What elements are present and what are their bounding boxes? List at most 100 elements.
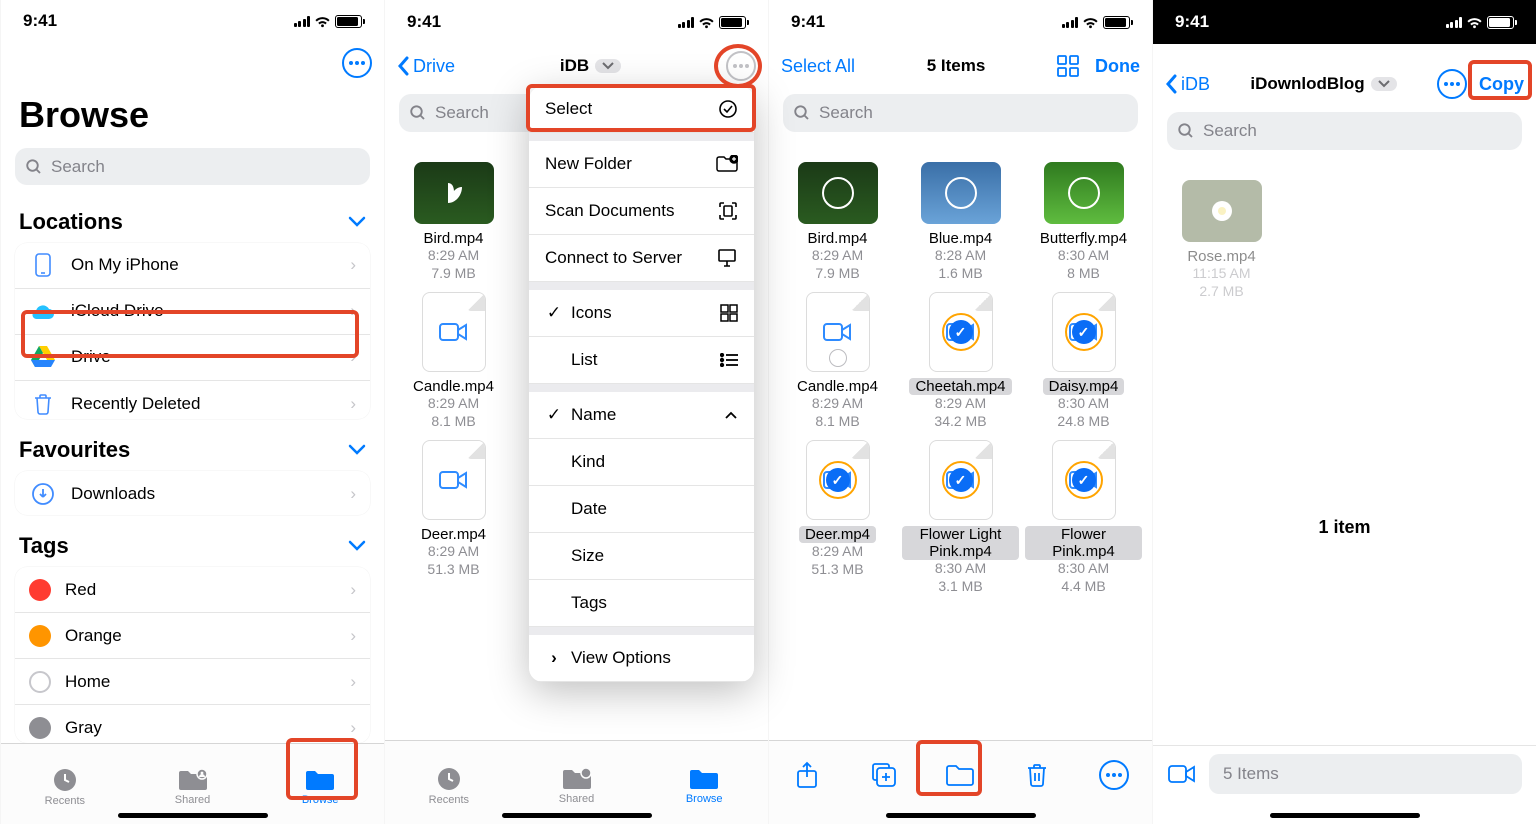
copy-button[interactable]: Copy: [1479, 74, 1524, 95]
select-icon: [718, 99, 738, 119]
tag-gray[interactable]: Gray›: [15, 705, 370, 743]
download-icon: [29, 482, 57, 506]
file-name: Daisy.mp4: [1043, 378, 1125, 395]
wifi-icon: [314, 15, 331, 28]
menu-select[interactable]: Select: [529, 86, 754, 133]
file-item[interactable]: ✓Flower Light Pink.mp48:30 AM3.1 MB: [902, 440, 1019, 595]
more-icon: [1099, 760, 1129, 790]
file-candle[interactable]: Candle.mp4 8:29 AM 8.1 MB: [395, 292, 512, 430]
tab-browse[interactable]: Browse: [256, 744, 384, 824]
page-title: Browse: [1, 84, 384, 142]
file-name: Deer.mp4: [799, 526, 876, 543]
share-button[interactable]: [780, 755, 834, 795]
location-recently-deleted[interactable]: Recently Deleted ›: [15, 381, 370, 419]
more-button[interactable]: [1087, 755, 1141, 795]
tag-dot-icon: [29, 717, 51, 739]
more-icon[interactable]: [726, 51, 756, 81]
location-on-my-iphone[interactable]: On My iPhone ›: [15, 243, 370, 289]
check-icon: ✓: [545, 405, 563, 425]
folder-title[interactable]: iDB: [560, 56, 621, 76]
select-all-button[interactable]: Select All: [781, 56, 855, 77]
duplicate-icon: [871, 762, 897, 788]
file-deer[interactable]: Deer.mp4 8:29 AM 51.3 MB: [395, 440, 512, 595]
menu-view-options[interactable]: ›View Options: [529, 635, 754, 682]
menu-new-folder[interactable]: New Folder: [529, 141, 754, 188]
chevron-down-icon: [1371, 77, 1397, 91]
tag-orange[interactable]: Orange›: [15, 613, 370, 659]
menu-sort-name[interactable]: ✓Name: [529, 392, 754, 439]
tab-browse[interactable]: Browse: [640, 741, 768, 824]
status-bar: 9:41: [1, 0, 384, 42]
search-input[interactable]: Search: [783, 94, 1138, 132]
chevron-right-icon: ›: [350, 301, 356, 321]
tags-header[interactable]: Tags: [1, 519, 384, 563]
move-button[interactable]: [933, 755, 987, 795]
menu-scan-documents[interactable]: Scan Documents: [529, 188, 754, 235]
search-input[interactable]: Search: [1167, 112, 1522, 150]
home-indicator: [118, 813, 268, 818]
tag-dot-icon: [29, 671, 51, 693]
phone-2-idb-menu: 9:41 Drive iDB Search Bird.mp4 8:29 AM 7…: [384, 0, 768, 824]
video-thumb: [921, 162, 1001, 224]
folder-title[interactable]: iDownlodBlog: [1250, 74, 1396, 94]
home-indicator: [886, 813, 1036, 818]
file-item[interactable]: Bird.mp48:29 AM7.9 MB: [779, 162, 896, 282]
video-doc-icon: ✓: [1052, 440, 1116, 520]
delete-button[interactable]: [1010, 755, 1064, 795]
tag-red[interactable]: Red›: [15, 567, 370, 613]
location-drive[interactable]: Drive ›: [15, 335, 370, 381]
file-item[interactable]: ✓Deer.mp48:29 AM51.3 MB: [779, 440, 896, 595]
tab-recents[interactable]: Recents: [1, 744, 129, 824]
new-folder-icon: [716, 155, 738, 173]
file-grid: Bird.mp48:29 AM7.9 MBBlue.mp48:28 AM1.6 …: [769, 142, 1152, 605]
search-icon: [25, 158, 43, 176]
menu-sort-kind[interactable]: Kind: [529, 439, 754, 486]
home-indicator: [502, 813, 652, 818]
menu-sort-date[interactable]: Date: [529, 486, 754, 533]
nav-bar: Select All 5 Items Done: [769, 44, 1152, 88]
video-icon[interactable]: [1167, 762, 1197, 786]
server-icon: [716, 249, 738, 267]
menu-view-list[interactable]: List: [529, 337, 754, 384]
file-item[interactable]: ✓Flower Pink.mp48:30 AM4.4 MB: [1025, 440, 1142, 595]
file-item[interactable]: Candle.mp48:29 AM8.1 MB: [779, 292, 896, 430]
file-bird[interactable]: Bird.mp4 8:29 AM 7.9 MB: [395, 162, 512, 282]
tag-dot-icon: [29, 625, 51, 647]
menu-connect-to-server[interactable]: Connect to Server: [529, 235, 754, 282]
done-button[interactable]: Done: [1095, 56, 1140, 77]
favourites-list: Downloads ›: [15, 471, 370, 515]
tab-shared[interactable]: Shared: [513, 741, 641, 824]
tab-recents[interactable]: Recents: [385, 741, 513, 824]
status-bar: 9:41: [769, 0, 1152, 44]
file-rose: Rose.mp4 11:15 AM 2.7 MB: [1163, 180, 1280, 300]
favourites-header[interactable]: Favourites: [1, 423, 384, 467]
more-icon[interactable]: [342, 48, 372, 78]
menu-view-icons[interactable]: ✓Icons: [529, 290, 754, 337]
grid-view-icon[interactable]: [1057, 55, 1079, 77]
back-button[interactable]: iDB: [1165, 74, 1210, 95]
more-icon[interactable]: [1437, 69, 1467, 99]
video-doc-icon: ✓: [929, 292, 993, 372]
drive-icon: [29, 346, 57, 368]
location-icloud-drive[interactable]: iCloud Drive ›: [15, 289, 370, 335]
file-name: Candle.mp4: [793, 378, 882, 395]
tab-bar: Recents Shared Browse: [385, 740, 768, 824]
phone-4-copy-destination: 9:41 iDB iDownlodBlog Copy Search Rose.m…: [1152, 0, 1536, 824]
locations-header[interactable]: Locations: [1, 195, 384, 239]
scan-icon: [718, 201, 738, 221]
file-item[interactable]: Butterfly.mp48:30 AM8 MB: [1025, 162, 1142, 282]
tag-home[interactable]: Home›: [15, 659, 370, 705]
file-item[interactable]: ✓Cheetah.mp48:29 AM34.2 MB: [902, 292, 1019, 430]
file-item[interactable]: ✓Daisy.mp48:30 AM24.8 MB: [1025, 292, 1142, 430]
favourite-downloads[interactable]: Downloads ›: [15, 471, 370, 515]
nav-bar: iDB iDownlodBlog Copy: [1153, 62, 1536, 106]
search-input[interactable]: Search: [15, 148, 370, 184]
video-thumb: [414, 162, 494, 224]
menu-sort-tags[interactable]: Tags: [529, 580, 754, 627]
menu-sort-size[interactable]: Size: [529, 533, 754, 580]
back-button[interactable]: Drive: [397, 56, 455, 77]
duplicate-button[interactable]: [857, 755, 911, 795]
destination-field[interactable]: 5 Items: [1209, 754, 1522, 794]
chevron-left-icon: [397, 56, 409, 76]
file-item[interactable]: Blue.mp48:28 AM1.6 MB: [902, 162, 1019, 282]
